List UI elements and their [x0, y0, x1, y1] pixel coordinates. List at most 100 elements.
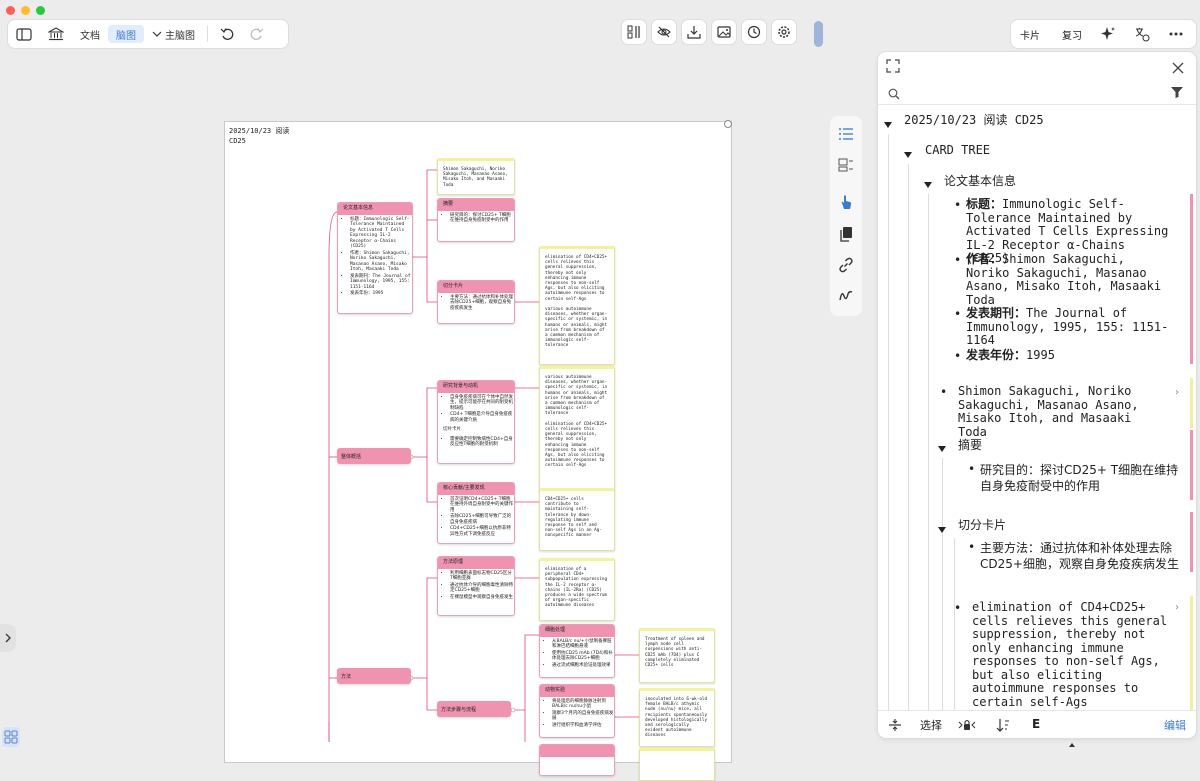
- redo-button[interactable]: [242, 20, 272, 48]
- node-core[interactable]: 核心贡献/主要发现 首次证明CD4+CD25+ T细胞在维持外周自身耐受中的关键…: [437, 482, 515, 544]
- cards-icon: [838, 158, 853, 172]
- card-button[interactable]: 卡片: [1011, 20, 1049, 48]
- leaf-various[interactable]: various autoimmune diseases, whether org…: [539, 366, 615, 491]
- minimize-window-button[interactable]: [21, 6, 30, 15]
- zoom-window-button[interactable]: [36, 6, 45, 15]
- tree-cut-card: 切分卡片: [958, 518, 1007, 532]
- more-button[interactable]: [1159, 20, 1193, 48]
- node-basic-info[interactable]: 论文基本信息 标题：Immunologic Self-Tolerance Mai…: [337, 202, 413, 314]
- main-map-dropdown[interactable]: 主脑图: [144, 20, 203, 48]
- tab-document[interactable]: 文档: [72, 20, 108, 48]
- card-tree[interactable]: 2025/10/23 阅读 CD25 CARD TREE 论文基本信息 • 标题…: [878, 108, 1196, 711]
- panel-resize-caret-icon[interactable]: [1069, 743, 1075, 747]
- export-button[interactable]: [682, 20, 706, 44]
- leaf-elimination[interactable]: elimination of CD4+CD25+ cells relieves …: [539, 246, 615, 365]
- expand-icon: [886, 59, 900, 73]
- leaf-animal[interactable]: inoculated into 6-wk-old female BALB/c a…: [639, 688, 715, 747]
- image-icon: [717, 26, 731, 38]
- lock-toggle-button[interactable]: [958, 718, 976, 735]
- chevron-right-icon[interactable]: ›: [1174, 387, 1180, 398]
- node-animal-item: 将处理后的细胞静脉注射到BALB/c nu/nu小鼠: [552, 699, 614, 710]
- history-button[interactable]: [742, 20, 766, 44]
- node-background-item: CD4+ T细胞是介导自身免疫疾病的关键介质: [450, 412, 514, 423]
- node-animal[interactable]: 动物实验 将处理后的细胞静脉注射到BALB/c nu/nu小鼠 观察3个月内的自…: [539, 684, 615, 738]
- node-abstract[interactable]: 摘要 研究目的：探讨CD25+ T细胞在维持自身免疫耐受中的作用: [437, 198, 515, 242]
- node-principle[interactable]: 方法原理 利用细胞表面标志物CD25区分T细胞亚群 通过抗体介导的细胞毒性清除特…: [437, 556, 515, 616]
- draw-button[interactable]: [838, 288, 854, 304]
- edit-button[interactable]: 编辑: [1164, 717, 1186, 733]
- node-background-title: 研究背景与动机: [438, 381, 514, 393]
- chevron-right-icon: [5, 633, 11, 643]
- leaf-cell[interactable]: Treatment of spleen and lymph node cell …: [639, 628, 715, 683]
- view-toolbar: [622, 20, 796, 44]
- node-background[interactable]: 研究背景与动机 自身免疫疾病可在个体中自然发生，提示可能存在共同的耐受机制缺陷 …: [437, 380, 515, 464]
- view-scroll-handle[interactable]: [814, 21, 823, 47]
- chevron-right-icon[interactable]: ›: [1174, 602, 1180, 613]
- close-window-button[interactable]: [6, 6, 15, 15]
- panel-search[interactable]: [878, 80, 1196, 105]
- node-cut-card[interactable]: 切分卡片 主要方法：通过抗体和补体处理去除CD25+细胞，观察自身免疫疾病发生: [437, 280, 515, 324]
- node-core-item: 去除CD25+细胞可导致广泛的自身免疫疾病: [450, 514, 514, 525]
- leaf-principle[interactable]: elimination of a peripheral CD4+ subpopu…: [539, 558, 615, 621]
- list-view-button[interactable]: [838, 126, 854, 142]
- sort-button[interactable]: [996, 718, 1010, 735]
- collapse-card-tree-toggle[interactable]: [904, 152, 912, 158]
- mindmap-board[interactable]: 2025/10/23 阅读 CD25 论文基本信息 • 标题：Immunolog…: [224, 121, 732, 781]
- more-icon: [1169, 32, 1183, 36]
- node-cell-processing[interactable]: 细胞处理 从BALB/c nu/+小鼠制备脾脏和淋巴结细胞悬液 使用抗CD25 …: [539, 624, 615, 678]
- bullet-dot: •: [954, 253, 962, 267]
- info-journal-key: 发表期刊：: [966, 306, 1027, 320]
- collapse-cut-card-toggle[interactable]: [938, 527, 946, 533]
- hide-button[interactable]: [652, 20, 676, 44]
- ai-button[interactable]: [1091, 20, 1125, 48]
- format-button[interactable]: E: [1032, 717, 1040, 731]
- image-button[interactable]: [712, 20, 736, 44]
- filter-button[interactable]: [1170, 84, 1184, 103]
- node-principle-item: 利用细胞表面标志物CD25区分T细胞亚群: [450, 571, 514, 582]
- search-icon: [888, 85, 900, 104]
- library-button[interactable]: [40, 20, 72, 48]
- node-steps[interactable]: 方法步骤与流程: [437, 701, 511, 717]
- bullet-dot: •: [954, 198, 962, 212]
- leaf-cd4[interactable]: CD4+CD25+ cells contribute to maintainin…: [539, 488, 615, 551]
- tree-elimination-card[interactable]: elimination of CD4+CD25+ cells relieves …: [972, 600, 1172, 709]
- sparkle-icon: [1101, 27, 1115, 40]
- tab-mindmap[interactable]: 脑图: [108, 25, 144, 43]
- tree-authors-card[interactable]: Shimon Sakaguchi, Noriko Sakaguchi, Masa…: [958, 384, 1163, 439]
- translate-button[interactable]: [1125, 20, 1159, 48]
- collapse-root-toggle[interactable]: [884, 122, 892, 128]
- fullscreen-button[interactable]: [886, 58, 900, 77]
- card-view-button[interactable]: [838, 157, 854, 173]
- node-overview[interactable]: 整体概括: [337, 448, 411, 464]
- board-collapse-handle[interactable]: [724, 120, 732, 128]
- undo-button[interactable]: [212, 20, 242, 48]
- node-method-label: 方法: [341, 673, 352, 680]
- leaf-authors[interactable]: Shimon Sakaguchi, Noriko Sakaguchi, Masa…: [437, 158, 515, 195]
- app-grid-icon[interactable]: [2, 727, 20, 747]
- tab-mindmap-label: 脑图: [116, 30, 136, 42]
- close-icon: [1172, 62, 1184, 74]
- close-panel-button[interactable]: [1172, 59, 1184, 78]
- node-core-item: CD4+CD25+细胞以抗原非特异性方式下调免疫反应: [450, 526, 514, 537]
- left-panel-expander[interactable]: [0, 624, 16, 652]
- collapse-basic-info-toggle[interactable]: [924, 182, 932, 188]
- link-icon: [839, 257, 853, 273]
- sidebar-toggle-button[interactable]: [8, 20, 40, 48]
- card-label: 卡片: [1020, 30, 1040, 42]
- review-button[interactable]: 复习: [1053, 20, 1091, 48]
- node-core-item: 首次证明CD4+CD25+ T细胞在维持外周自身耐受中的关键作用: [450, 497, 514, 514]
- layout-button[interactable]: [622, 20, 646, 44]
- node-basic-info-item: 发表年份：1995: [350, 291, 412, 297]
- node-method[interactable]: 方法: [337, 668, 411, 684]
- leaf-authors-text: Shimon Sakaguchi, Noriko Sakaguchi, Masa…: [443, 167, 511, 188]
- copy-button[interactable]: [838, 226, 854, 242]
- link-button[interactable]: [838, 257, 854, 273]
- settings-button[interactable]: [772, 20, 796, 44]
- align-button[interactable]: [888, 718, 902, 735]
- pointer-tool-button[interactable]: [838, 194, 854, 210]
- node-background-sub-item: 需要确定控制致病性CD4+自身反应性T细胞的耐受机制: [450, 437, 514, 448]
- select-button[interactable]: 选择: [920, 717, 942, 733]
- tree-basic-info: 论文基本信息: [944, 174, 1017, 188]
- tree-guide: [908, 164, 909, 711]
- collapse-abstract-toggle[interactable]: [938, 446, 946, 452]
